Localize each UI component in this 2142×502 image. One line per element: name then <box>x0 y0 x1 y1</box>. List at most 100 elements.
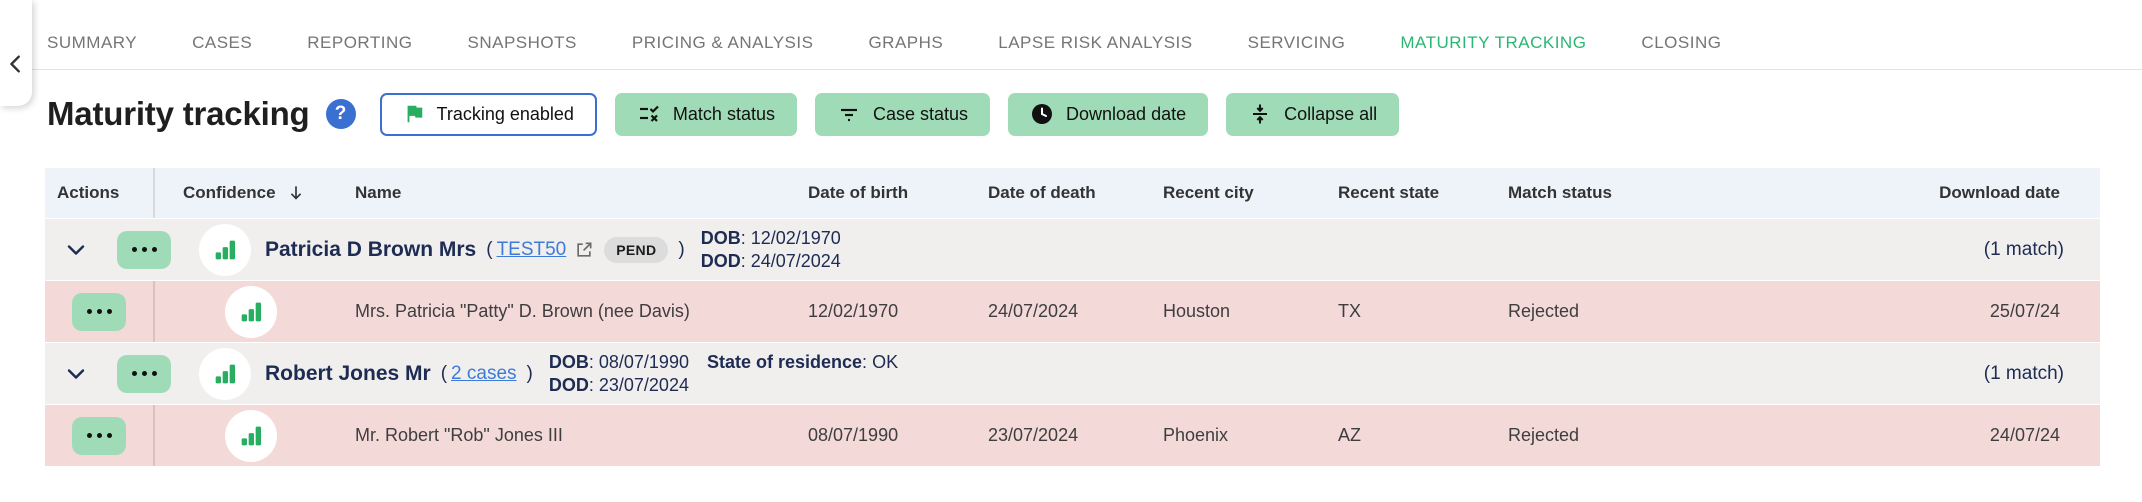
dot-icon <box>142 247 147 252</box>
tab-reporting[interactable]: REPORTING <box>307 33 412 53</box>
dot-icon <box>97 433 102 438</box>
maturity-tracking-page: SUMMARY CASES REPORTING SNAPSHOTS PRICIN… <box>0 0 2142 502</box>
dot-icon <box>152 247 157 252</box>
column-header-confidence[interactable]: Confidence <box>155 183 347 203</box>
maturity-table: Actions Confidence Name Date of birth Da… <box>45 168 2100 466</box>
column-header-name[interactable]: Name <box>347 183 800 203</box>
column-header-actions: Actions <box>45 168 155 218</box>
collapse-all-button[interactable]: Collapse all <box>1226 93 1399 136</box>
cases-count-link[interactable]: 2 cases <box>451 363 516 385</box>
confidence-bars-icon <box>211 360 239 388</box>
collapse-panel-button[interactable] <box>0 0 32 106</box>
match-actions-cell <box>45 405 155 466</box>
match-date-of-birth: 08/07/1990 <box>800 425 980 446</box>
tracking-enabled-label: Tracking enabled <box>437 104 574 125</box>
dot-icon <box>132 371 137 376</box>
tab-lapse-risk-analysis[interactable]: LAPSE RISK ANALYSIS <box>998 33 1192 53</box>
match-name: Mrs. Patricia "Patty" D. Brown (nee Davi… <box>347 301 800 322</box>
paren-close: ) <box>678 239 684 261</box>
match-recent-state: AZ <box>1330 425 1500 446</box>
dot-icon <box>97 309 102 314</box>
confidence-indicator <box>225 286 277 338</box>
collapse-all-label: Collapse all <box>1284 104 1377 125</box>
match-row: Mrs. Patricia "Patty" D. Brown (nee Davi… <box>45 280 2100 342</box>
confidence-indicator <box>225 410 277 462</box>
match-count: (1 match) <box>1984 363 2064 385</box>
actions-menu-button[interactable] <box>72 417 126 455</box>
case-status-filter-button[interactable]: Case status <box>815 93 990 136</box>
column-header-download-date[interactable]: Download date <box>1720 183 2100 203</box>
help-icon[interactable]: ? <box>326 99 356 129</box>
actions-menu-button[interactable] <box>117 231 171 269</box>
confidence-bars-icon <box>211 236 239 264</box>
tracking-enabled-button[interactable]: Tracking enabled <box>380 93 597 136</box>
tab-cases[interactable]: CASES <box>192 33 252 53</box>
policy-holder-name: Robert Jones Mr <box>265 362 431 386</box>
paren-close: ) <box>527 363 533 385</box>
tab-maturity-tracking[interactable]: MATURITY TRACKING <box>1400 33 1586 53</box>
dot-icon <box>87 309 92 314</box>
case-status-filter-label: Case status <box>873 104 968 125</box>
policy-group-row: Patricia D Brown Mrs ( TEST50 PEND ) DOB… <box>45 218 2100 280</box>
collapse-icon <box>1248 102 1272 126</box>
external-link-icon[interactable] <box>574 240 594 260</box>
status-badge: PEND <box>604 237 668 263</box>
policy-group-row: Robert Jones Mr ( 2 cases ) DOB: 08/07/1… <box>45 342 2100 404</box>
dot-icon <box>107 309 112 314</box>
match-recent-city: Houston <box>1155 301 1330 322</box>
match-status: Rejected <box>1500 301 1720 322</box>
chevron-down-icon <box>64 238 88 262</box>
dot-icon <box>142 371 147 376</box>
tab-graphs[interactable]: GRAPHS <box>868 33 943 53</box>
download-date-filter-label: Download date <box>1066 104 1186 125</box>
expand-row-button[interactable] <box>57 231 95 269</box>
checklist-icon <box>637 102 661 126</box>
group-dates: DOB: 12/02/1970 DOD: 24/07/2024 <box>701 227 841 273</box>
confidence-indicator <box>199 348 251 400</box>
match-recent-city: Phoenix <box>1155 425 1330 446</box>
chevron-down-icon <box>64 362 88 386</box>
column-header-actions-label: Actions <box>57 183 119 203</box>
match-status-filter-button[interactable]: Match status <box>615 93 797 136</box>
paren-open: ( <box>486 239 492 261</box>
column-header-recent-city[interactable]: Recent city <box>1155 183 1330 203</box>
group-dates: DOB: 08/07/1990 State of residence: OK D… <box>549 351 898 397</box>
match-status: Rejected <box>1500 425 1720 446</box>
download-date-filter-button[interactable]: Download date <box>1008 93 1208 136</box>
dot-icon <box>152 371 157 376</box>
dot-icon <box>107 433 112 438</box>
column-header-date-of-death[interactable]: Date of death <box>980 183 1155 203</box>
match-count: (1 match) <box>1984 239 2064 261</box>
paren-open: ( <box>441 363 447 385</box>
match-confidence-cell <box>155 410 347 462</box>
clock-icon <box>1030 102 1054 126</box>
filter-icon <box>837 102 861 126</box>
column-header-date-of-birth[interactable]: Date of birth <box>800 183 980 203</box>
match-date-of-death: 23/07/2024 <box>980 425 1155 446</box>
tab-snapshots[interactable]: SNAPSHOTS <box>468 33 577 53</box>
match-name: Mr. Robert "Rob" Jones III <box>347 425 800 446</box>
match-confidence-cell <box>155 286 347 338</box>
match-row: Mr. Robert "Rob" Jones III 08/07/1990 23… <box>45 404 2100 466</box>
actions-menu-button[interactable] <box>72 293 126 331</box>
actions-menu-button[interactable] <box>117 355 171 393</box>
case-reference-link[interactable]: TEST50 <box>497 239 567 261</box>
column-header-recent-state[interactable]: Recent state <box>1330 183 1500 203</box>
page-title: Maturity tracking <box>47 95 310 133</box>
flag-icon <box>403 103 425 125</box>
confidence-indicator <box>199 224 251 276</box>
tab-summary[interactable]: SUMMARY <box>47 33 137 53</box>
match-recent-state: TX <box>1330 301 1500 322</box>
sort-descending-icon <box>286 183 306 203</box>
tab-closing[interactable]: CLOSING <box>1641 33 1721 53</box>
tab-servicing[interactable]: SERVICING <box>1248 33 1346 53</box>
expand-row-button[interactable] <box>57 355 95 393</box>
column-header-match-status[interactable]: Match status <box>1500 183 1720 203</box>
match-date-of-birth: 12/02/1970 <box>800 301 980 322</box>
dot-icon <box>132 247 137 252</box>
match-status-filter-label: Match status <box>673 104 775 125</box>
tab-pricing-analysis[interactable]: PRICING & ANALYSIS <box>632 33 814 53</box>
policy-holder-name: Patricia D Brown Mrs <box>265 238 476 262</box>
column-header-confidence-label: Confidence <box>183 183 276 203</box>
confidence-bars-icon <box>237 422 265 450</box>
